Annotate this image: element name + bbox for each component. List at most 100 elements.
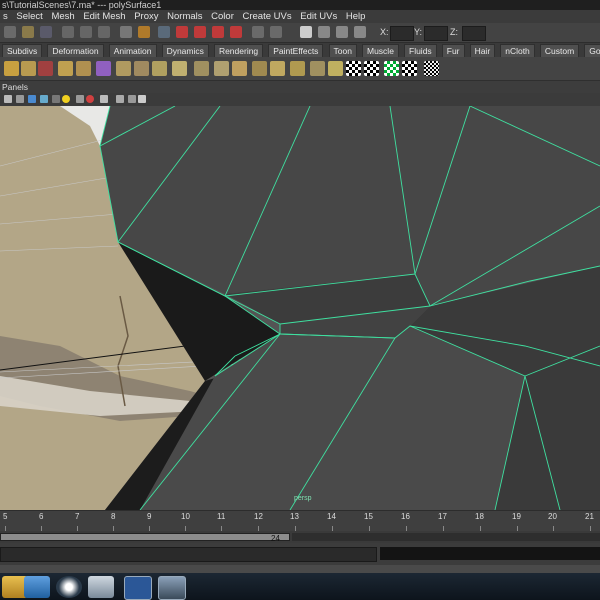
- network-icon[interactable]: [24, 576, 50, 598]
- checker-icon[interactable]: [384, 61, 399, 76]
- shelf-tool-icon[interactable]: [21, 61, 36, 76]
- help-line: [0, 565, 600, 573]
- range-slider-bar: 24: [0, 531, 600, 543]
- shelf-tool-icon[interactable]: [214, 61, 229, 76]
- checker-icon[interactable]: [346, 61, 361, 76]
- select-object-icon[interactable]: [80, 26, 92, 38]
- tab-hair[interactable]: Hair: [469, 44, 496, 57]
- shelf-tool-icon[interactable]: [134, 61, 149, 76]
- command-input[interactable]: [0, 547, 377, 562]
- frame-tick-label: 9: [147, 512, 152, 521]
- snap-grid-icon[interactable]: [176, 26, 188, 38]
- browser-icon[interactable]: [88, 576, 114, 598]
- render-view-icon[interactable]: [300, 26, 312, 38]
- shelf-tool-icon[interactable]: [310, 61, 325, 76]
- checker-icon[interactable]: [402, 61, 417, 76]
- range-current-value: 24: [271, 534, 280, 543]
- panels-menu[interactable]: Panels: [0, 81, 600, 93]
- render-icon[interactable]: [318, 26, 330, 38]
- shelf-tool-icon[interactable]: [328, 61, 343, 76]
- xray-icon[interactable]: [76, 95, 84, 103]
- tab-animation[interactable]: Animation: [108, 44, 157, 57]
- viewport-3d[interactable]: persp: [0, 106, 600, 510]
- shelf-tool-icon[interactable]: [194, 61, 209, 76]
- media-player-icon[interactable]: [56, 576, 82, 598]
- menu-item-create-uvs[interactable]: Create UVs: [240, 10, 295, 23]
- select-hierarchy-icon[interactable]: [62, 26, 74, 38]
- y-field[interactable]: [424, 26, 448, 41]
- tab-fluids[interactable]: Fluids: [404, 44, 437, 57]
- tab-dynamics[interactable]: Dynamics: [161, 44, 209, 57]
- ipr-render-icon[interactable]: [336, 26, 348, 38]
- tab-gozbrush[interactable]: GoZBrush: [584, 44, 600, 57]
- shelf-tool-icon[interactable]: [152, 61, 167, 76]
- texture-icon[interactable]: [40, 95, 48, 103]
- viewport-scene: [0, 106, 600, 510]
- shelf-tool-icon[interactable]: [4, 61, 19, 76]
- wireframe-icon[interactable]: [16, 95, 24, 103]
- shelf-tool-icon[interactable]: [270, 61, 285, 76]
- menu-item-edit-uvs[interactable]: Edit UVs: [297, 10, 340, 23]
- shelf-tool-icon[interactable]: [290, 61, 305, 76]
- menu-item-color[interactable]: Color: [208, 10, 237, 23]
- x-field[interactable]: [390, 26, 414, 41]
- tab-ncloth[interactable]: nCloth: [500, 44, 535, 57]
- shelf-tool-icon[interactable]: [252, 61, 267, 76]
- tab-painteffects[interactable]: PaintEffects: [268, 44, 324, 57]
- select-component-icon[interactable]: [98, 26, 110, 38]
- shadow-icon[interactable]: [86, 95, 94, 103]
- maya-icon[interactable]: [158, 576, 186, 600]
- menu-item-select[interactable]: Select: [13, 10, 45, 23]
- smooth-shade-icon[interactable]: [28, 95, 36, 103]
- shelf-tool-icon[interactable]: [76, 61, 91, 76]
- input-ops-icon[interactable]: [270, 26, 282, 38]
- shelf-tool-icon[interactable]: [38, 61, 53, 76]
- tab-toon[interactable]: Toon: [328, 44, 357, 57]
- lock-icon[interactable]: [138, 26, 150, 38]
- snap-point-icon[interactable]: [212, 26, 224, 38]
- checker-icon[interactable]: [364, 61, 379, 76]
- frame-icon[interactable]: [138, 95, 146, 103]
- panel-toolbar: [0, 93, 600, 107]
- tab-rendering[interactable]: Rendering: [213, 44, 264, 57]
- menu-item-proxy[interactable]: Proxy: [131, 10, 161, 23]
- isolate-icon[interactable]: [116, 95, 124, 103]
- time-slider[interactable]: 5 6 7 8 9 10 11 12 13 14 15 16 17 18 19 …: [0, 510, 600, 531]
- tab-muscle[interactable]: Muscle: [362, 44, 399, 57]
- shelf-tool-icon[interactable]: [172, 61, 187, 76]
- menu-item-s[interactable]: s: [0, 10, 11, 23]
- camera-icon[interactable]: [4, 95, 12, 103]
- grid-icon[interactable]: [100, 95, 108, 103]
- menu-item-normals[interactable]: Normals: [164, 10, 205, 23]
- open-scene-icon[interactable]: [22, 26, 34, 38]
- frame-tick-label: 14: [327, 512, 336, 521]
- shelf-tool-icon[interactable]: [58, 61, 73, 76]
- menu-item-edit-mesh[interactable]: Edit Mesh: [80, 10, 128, 23]
- shelf-tool-icon[interactable]: [96, 61, 111, 76]
- frame-tick-label: 10: [181, 512, 190, 521]
- snap-plane-icon[interactable]: [230, 26, 242, 38]
- light-icon[interactable]: [62, 95, 70, 103]
- z-field[interactable]: [462, 26, 486, 41]
- default-light-icon[interactable]: [52, 95, 60, 103]
- menu-item-help[interactable]: Help: [343, 10, 369, 23]
- bookmark-icon[interactable]: [128, 95, 136, 103]
- tab-custom[interactable]: Custom: [539, 44, 580, 57]
- menu-item-mesh[interactable]: Mesh: [48, 10, 77, 23]
- snap-curve-icon[interactable]: [194, 26, 206, 38]
- save-scene-icon[interactable]: [40, 26, 52, 38]
- new-scene-icon[interactable]: [4, 26, 16, 38]
- mask-icon[interactable]: [120, 26, 132, 38]
- tab-subdivs[interactable]: Subdivs: [2, 44, 43, 57]
- vertex-mode-icon[interactable]: [158, 26, 170, 38]
- tab-deformation[interactable]: Deformation: [47, 44, 104, 57]
- shelf-tool-icon[interactable]: [116, 61, 131, 76]
- shelf-tool-icon[interactable]: [232, 61, 247, 76]
- render-settings-icon[interactable]: [354, 26, 366, 38]
- tab-fur[interactable]: Fur: [441, 44, 465, 57]
- word-icon[interactable]: [124, 576, 152, 600]
- checker-icon[interactable]: [424, 61, 439, 76]
- history-icon[interactable]: [252, 26, 264, 38]
- range-track: [292, 533, 600, 541]
- range-slider[interactable]: 24: [0, 533, 290, 543]
